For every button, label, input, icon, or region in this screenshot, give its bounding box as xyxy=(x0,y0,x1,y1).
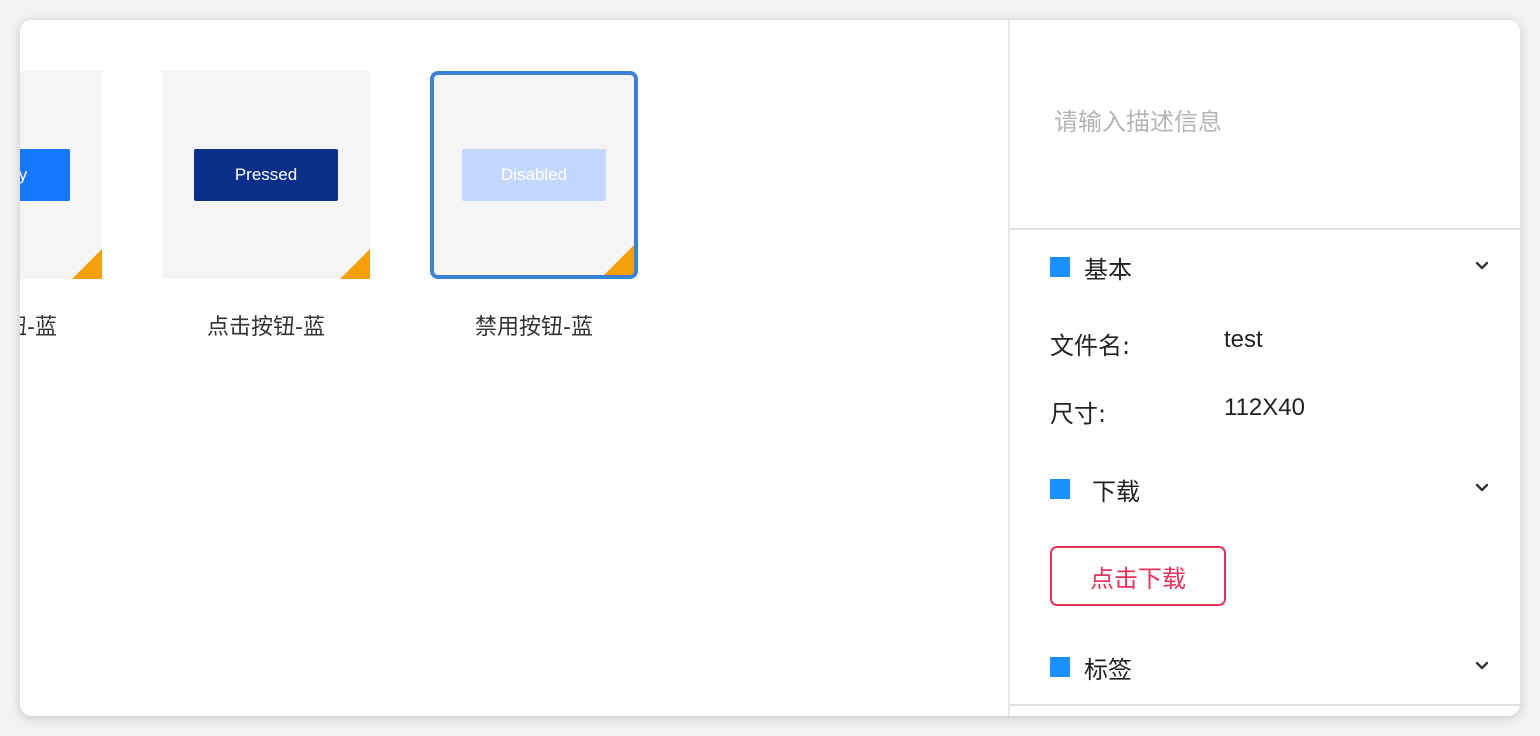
primary-button-preview: Primary xyxy=(20,149,70,201)
asset-caption: 点击按钮-蓝 xyxy=(207,315,325,340)
download-button[interactable]: 点击下载 xyxy=(1050,546,1226,606)
tags-divider xyxy=(1010,704,1520,706)
section-marker-icon xyxy=(1050,657,1070,677)
corner-badge-icon xyxy=(72,249,102,279)
size-value: 112X40 xyxy=(1224,394,1305,421)
asset-caption: 禁用按钮-蓝 xyxy=(475,315,593,340)
chevron-down-icon[interactable] xyxy=(1474,658,1490,674)
filename-label: 文件名: xyxy=(1050,332,1131,360)
chevron-down-icon[interactable] xyxy=(1474,480,1490,496)
asset-thumbnail[interactable]: Primary xyxy=(20,71,102,279)
section-tags-header[interactable]: 标签 xyxy=(1050,646,1490,686)
asset-caption: 默认按钮-蓝 xyxy=(20,315,57,340)
asset-thumbnail-selected[interactable]: Disabled xyxy=(430,71,638,279)
section-marker-icon xyxy=(1050,479,1070,499)
description-divider xyxy=(1010,228,1520,230)
asset-gallery: Primary 默认按钮-蓝 Pressed 点击按钮-蓝 Disabled 禁… xyxy=(20,20,1008,716)
corner-badge-icon xyxy=(604,245,634,275)
section-tags-title: 标签 xyxy=(1084,656,1132,684)
pressed-button-preview: Pressed xyxy=(194,149,338,201)
details-panel: 基本 文件名: test 尺寸: 112X40 下载 点击下载 标签 xyxy=(1010,20,1520,716)
section-download-header[interactable]: 下载 xyxy=(1050,468,1490,508)
section-basic-header[interactable]: 基本 xyxy=(1050,246,1490,286)
asset-thumbnail[interactable]: Pressed xyxy=(162,71,370,279)
section-basic-title: 基本 xyxy=(1084,256,1132,284)
filename-value: test xyxy=(1224,326,1263,353)
section-download-title: 下载 xyxy=(1092,478,1140,506)
chevron-down-icon[interactable] xyxy=(1474,258,1490,274)
size-label: 尺寸: xyxy=(1050,400,1107,428)
description-input[interactable] xyxy=(1010,20,1520,228)
disabled-button-preview: Disabled xyxy=(462,149,606,201)
corner-badge-icon xyxy=(340,249,370,279)
asset-window: Primary 默认按钮-蓝 Pressed 点击按钮-蓝 Disabled 禁… xyxy=(20,20,1520,716)
section-marker-icon xyxy=(1050,257,1070,277)
